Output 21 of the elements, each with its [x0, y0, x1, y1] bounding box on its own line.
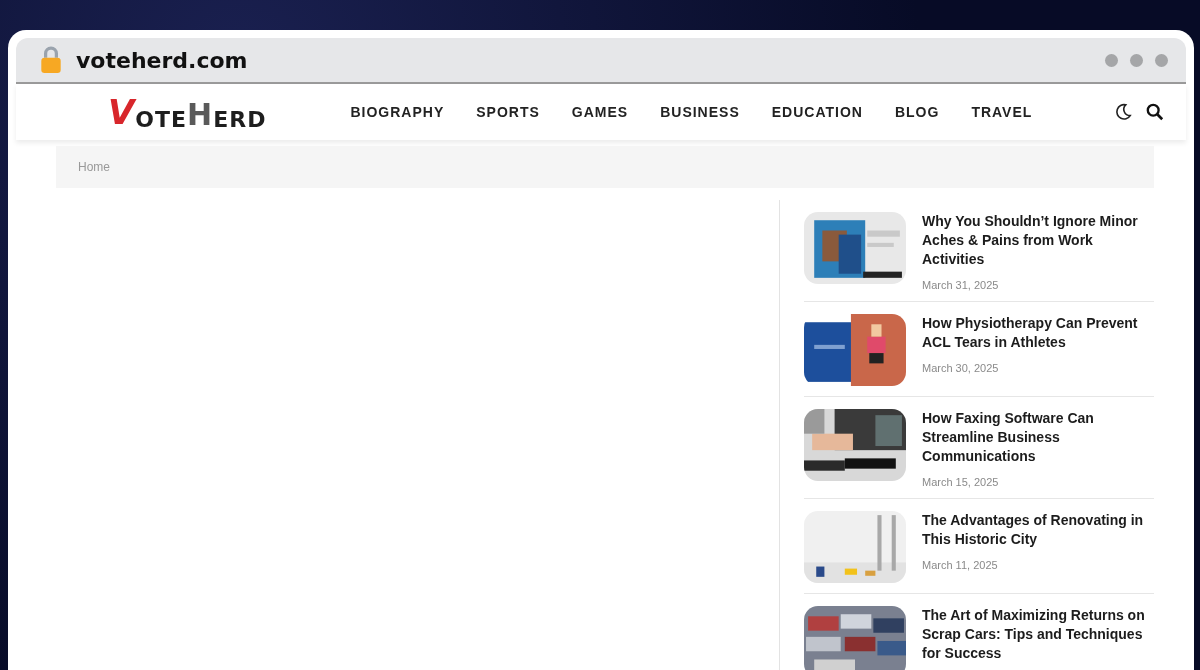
post-date: March 31, 2025	[922, 279, 1000, 291]
nav-link[interactable]: GAMES	[571, 104, 629, 120]
post-date: March 30, 2025	[922, 362, 1000, 374]
site-logo[interactable]: VOTEHERD	[108, 92, 267, 132]
nav-link[interactable]: BIOGRAPHY	[350, 104, 445, 120]
nav-link[interactable]: BLOG	[894, 104, 940, 120]
post-title-link[interactable]: The Art of Maximizing Returns on Scrap Cars: Tips and Techniques for Success	[922, 606, 1154, 663]
lock-icon	[40, 46, 62, 74]
nav-link[interactable]: EDUCATION	[771, 104, 863, 120]
post-title-link[interactable]: The Advantages of Renovating in This Historic City	[922, 511, 1154, 549]
post-date: March 15, 2025	[922, 476, 1000, 488]
url-text[interactable]: voteherd.com	[76, 47, 248, 73]
post-date: March 11, 2025	[922, 559, 999, 571]
moon-icon[interactable]	[1114, 103, 1132, 121]
nav-link[interactable]: SPORTS	[476, 104, 540, 120]
post-title-link[interactable]: Why You Shouldn’t Ignore Minor Aches & Pains from Work Activities	[922, 212, 1154, 269]
nav-link[interactable]: TRAVEL	[971, 104, 1033, 120]
nav-link[interactable]: BUSINESS	[660, 104, 740, 120]
post-title-link[interactable]: How Faxing Software Can Streamline Business Communications	[922, 409, 1154, 466]
post-title-link[interactable]: How Physiotherapy Can Prevent ACL Tears in Athletes	[922, 314, 1154, 352]
search-icon[interactable]	[1146, 103, 1164, 121]
